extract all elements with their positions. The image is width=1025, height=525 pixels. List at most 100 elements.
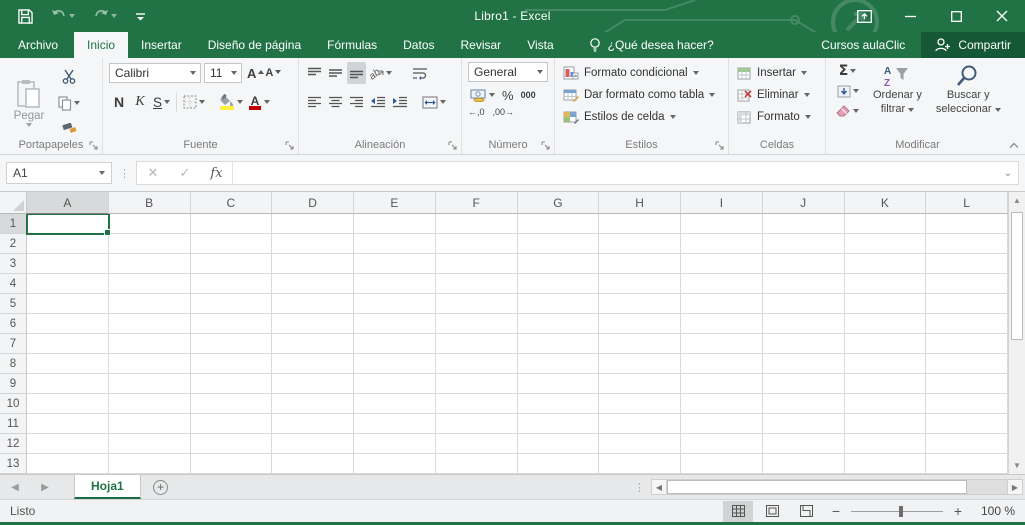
scroll-down-arrow-icon[interactable]: ▼	[1009, 457, 1025, 474]
undo-button[interactable]	[51, 9, 75, 23]
find-select-button[interactable]: Buscar y seleccionar	[932, 62, 1005, 118]
decrease-font-button[interactable]: A	[263, 62, 277, 84]
cell-K1[interactable]	[845, 214, 927, 234]
cell-A8[interactable]	[27, 354, 109, 374]
cell-L1[interactable]	[926, 214, 1008, 234]
row-header-4[interactable]: 4	[0, 274, 27, 294]
cell-I5[interactable]	[681, 294, 763, 314]
cell-I2[interactable]	[681, 234, 763, 254]
copy-dropdown-arrow-icon[interactable]	[74, 101, 80, 105]
align-right-button[interactable]	[347, 91, 366, 113]
cell-D7[interactable]	[272, 334, 354, 354]
zoom-in-button[interactable]: +	[947, 503, 969, 519]
cell-K6[interactable]	[845, 314, 927, 334]
formula-bar-expand-icon[interactable]: ⌄	[998, 168, 1018, 179]
cell-G1[interactable]	[518, 214, 600, 234]
cell-C6[interactable]	[191, 314, 273, 334]
column-header-E[interactable]: E	[354, 192, 436, 214]
sheet-tab-hoja1[interactable]: Hoja1	[74, 475, 141, 499]
cell-C11[interactable]	[191, 414, 273, 434]
cell-F13[interactable]	[436, 454, 518, 474]
cell-L4[interactable]	[926, 274, 1008, 294]
align-top-button[interactable]	[305, 62, 324, 84]
cell-B5[interactable]	[109, 294, 191, 314]
clear-dropdown-arrow-icon[interactable]	[853, 109, 859, 113]
hscroll-right-arrow-icon[interactable]: ▶	[1007, 479, 1023, 495]
cell-E10[interactable]	[354, 394, 436, 414]
cell-J7[interactable]	[763, 334, 845, 354]
new-sheet-button[interactable]: +	[141, 475, 181, 499]
cell-B1[interactable]	[109, 214, 191, 234]
share-button[interactable]: Compartir	[921, 32, 1025, 58]
cell-F11[interactable]	[436, 414, 518, 434]
cell-H3[interactable]	[599, 254, 681, 274]
cell-J6[interactable]	[763, 314, 845, 334]
cell-styles-button[interactable]: Estilos de celda	[563, 106, 724, 128]
cell-J1[interactable]	[763, 214, 845, 234]
numero-dialog-launcher[interactable]	[541, 141, 550, 150]
cell-C13[interactable]	[191, 454, 273, 474]
cell-H2[interactable]	[599, 234, 681, 254]
scroll-up-arrow-icon[interactable]: ▲	[1009, 192, 1025, 209]
row-header-12[interactable]: 12	[0, 434, 27, 454]
cell-H12[interactable]	[599, 434, 681, 454]
cell-E9[interactable]	[354, 374, 436, 394]
cell-B7[interactable]	[109, 334, 191, 354]
cell-F2[interactable]	[436, 234, 518, 254]
cell-H5[interactable]	[599, 294, 681, 314]
borders-button[interactable]	[181, 91, 207, 113]
sheetbar-grip[interactable]: ⋮	[634, 481, 644, 494]
cell-I7[interactable]	[681, 334, 763, 354]
enter-entry-button[interactable]: ✓	[169, 165, 201, 181]
cell-A2[interactable]	[27, 234, 109, 254]
customize-qat-button[interactable]	[135, 11, 146, 22]
cell-E8[interactable]	[354, 354, 436, 374]
cell-E1[interactable]	[354, 214, 436, 234]
orientation-dropdown-arrow-icon[interactable]	[386, 71, 392, 75]
cell-F8[interactable]	[436, 354, 518, 374]
portapapeles-dialog-launcher[interactable]	[89, 141, 98, 150]
autosum-button[interactable]: Σ	[834, 62, 861, 80]
cell-J3[interactable]	[763, 254, 845, 274]
tab-diseno-de-pagina[interactable]: Diseño de página	[195, 32, 314, 58]
cell-A13[interactable]	[27, 454, 109, 474]
cell-G9[interactable]	[518, 374, 600, 394]
view-normal-button[interactable]	[723, 501, 753, 522]
cell-D3[interactable]	[272, 254, 354, 274]
cell-E5[interactable]	[354, 294, 436, 314]
cell-D5[interactable]	[272, 294, 354, 314]
row-header-5[interactable]: 5	[0, 294, 27, 314]
cell-D1[interactable]	[272, 214, 354, 234]
cell-A11[interactable]	[27, 414, 109, 434]
cell-E7[interactable]	[354, 334, 436, 354]
formula-input[interactable]	[233, 162, 998, 184]
cell-G10[interactable]	[518, 394, 600, 414]
tab-inicio[interactable]: Inicio	[74, 32, 128, 58]
cell-B11[interactable]	[109, 414, 191, 434]
fill-color-dropdown-arrow-icon[interactable]	[237, 100, 243, 104]
row-header-8[interactable]: 8	[0, 354, 27, 374]
cell-I6[interactable]	[681, 314, 763, 334]
cell-C4[interactable]	[191, 274, 273, 294]
cell-B12[interactable]	[109, 434, 191, 454]
cell-G13[interactable]	[518, 454, 600, 474]
cell-C9[interactable]	[191, 374, 273, 394]
cell-B9[interactable]	[109, 374, 191, 394]
cell-G4[interactable]	[518, 274, 600, 294]
cell-A7[interactable]	[27, 334, 109, 354]
increase-decimals-button[interactable]: ←,0	[468, 107, 485, 117]
cell-I4[interactable]	[681, 274, 763, 294]
tab-revisar[interactable]: Revisar	[448, 32, 515, 58]
cell-L2[interactable]	[926, 234, 1008, 254]
row-header-6[interactable]: 6	[0, 314, 27, 334]
collapse-ribbon-button[interactable]	[1009, 142, 1019, 149]
cell-B13[interactable]	[109, 454, 191, 474]
minimize-button[interactable]	[887, 0, 933, 32]
tab-insertar[interactable]: Insertar	[128, 32, 195, 58]
account-name[interactable]: Cursos aulaClic	[805, 32, 921, 58]
cell-G7[interactable]	[518, 334, 600, 354]
cell-C2[interactable]	[191, 234, 273, 254]
align-left-button[interactable]	[305, 91, 324, 113]
cut-button[interactable]	[56, 65, 82, 87]
cell-H6[interactable]	[599, 314, 681, 334]
